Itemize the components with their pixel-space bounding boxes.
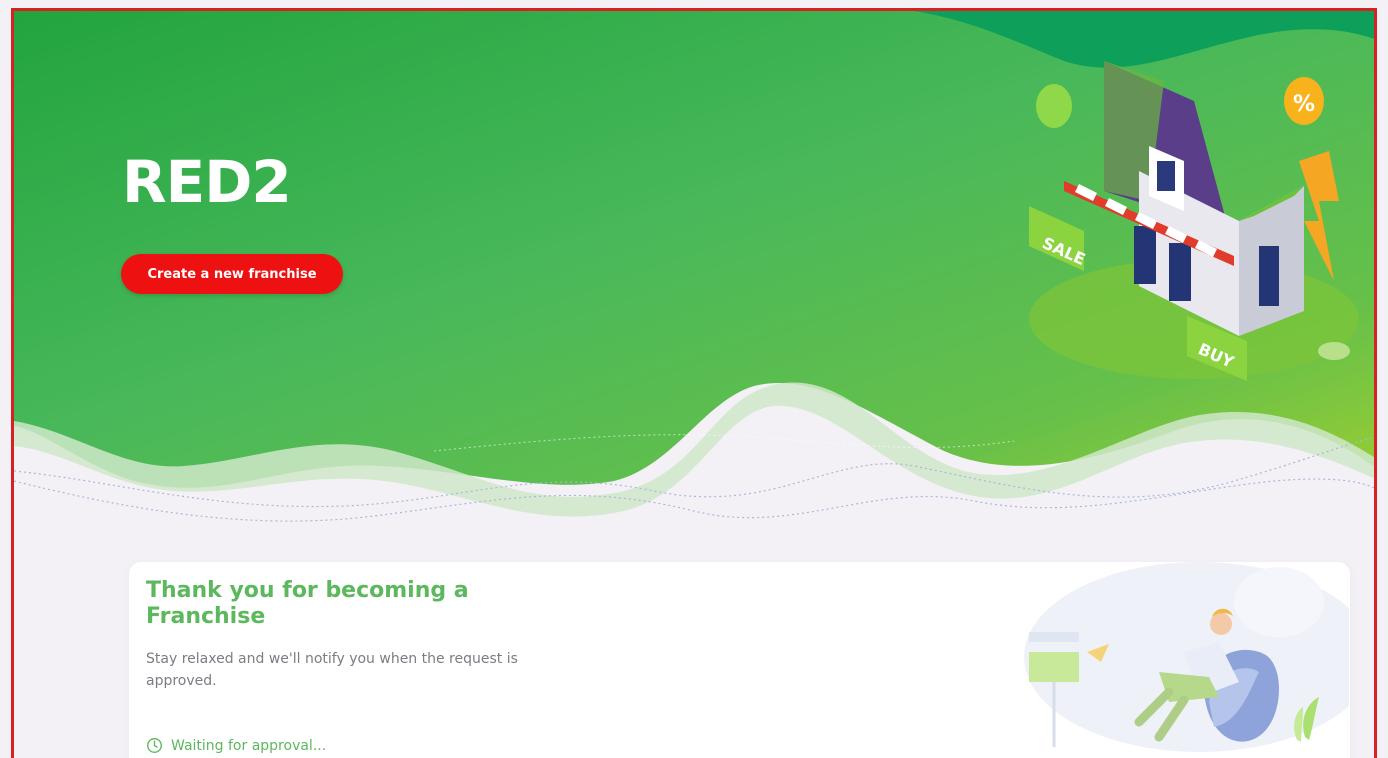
approval-status: Waiting for approval... <box>146 737 326 754</box>
brand-title: RED2 <box>122 148 292 216</box>
create-franchise-button[interactable]: Create a new franchise <box>121 254 343 294</box>
relaxing-person-illustration <box>1024 562 1349 752</box>
clock-icon <box>147 738 162 753</box>
percent-badge-icon: % <box>1284 77 1324 125</box>
svg-text:%: % <box>1293 92 1315 117</box>
card-subtitle: Stay relaxed and we'll notify you when t… <box>146 651 518 689</box>
page-frame: RED2 Create a new franchise % SALE BUY T… <box>11 8 1377 758</box>
status-text: Waiting for approval... <box>171 737 327 754</box>
franchise-status-card: Thank you for becoming a Franchise Stay … <box>129 562 1350 758</box>
card-title: Thank you for becoming a Franchise <box>146 578 469 629</box>
house-illustration: % SALE BUY <box>1029 61 1359 381</box>
